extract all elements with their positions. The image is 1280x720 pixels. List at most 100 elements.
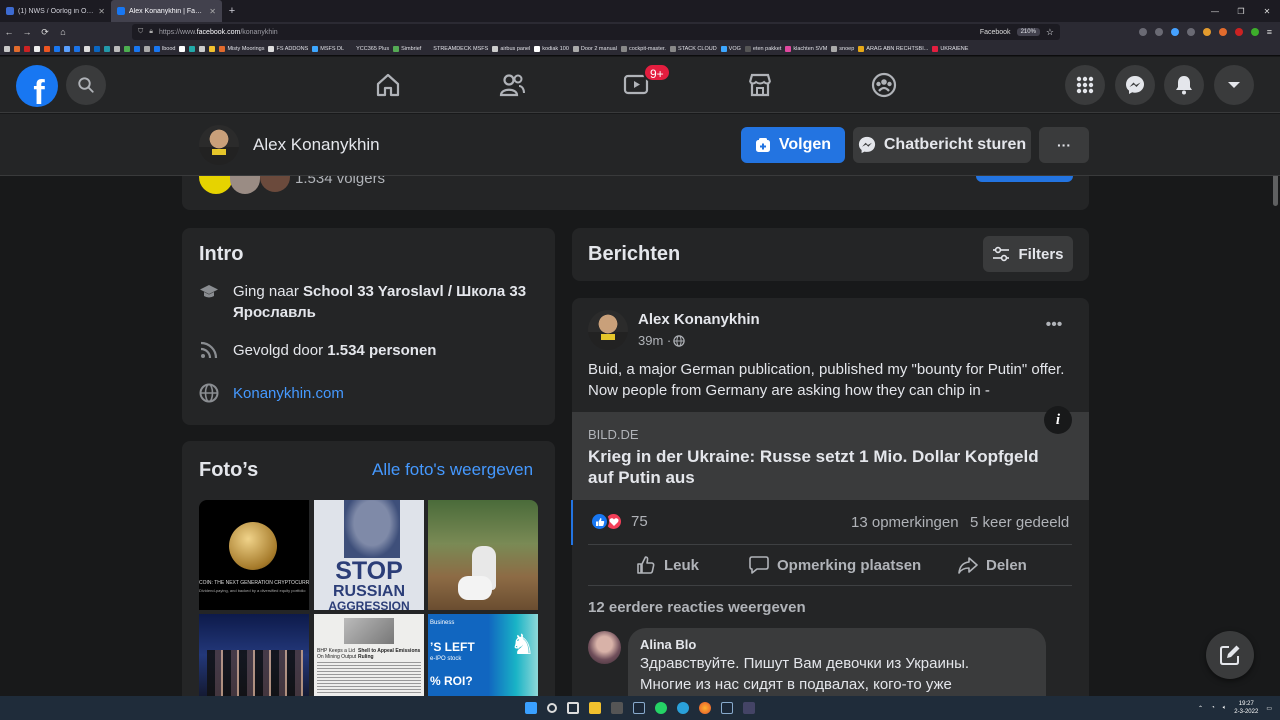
bookmark-icon[interactable] (84, 45, 90, 52)
network-icon[interactable]: ◔ (1211, 705, 1215, 711)
nav-marketplace[interactable] (704, 61, 816, 109)
bookmark-msfs-dl[interactable]: MSFS DL (312, 45, 344, 52)
bookmark-icon[interactable] (114, 45, 120, 52)
telegram-icon[interactable] (677, 702, 689, 714)
photo-dog-outdoors[interactable] (428, 500, 538, 610)
view-earlier-comments[interactable]: 12 eerdere reacties weergeven (588, 599, 806, 616)
close-tab-icon[interactable]: ✕ (209, 7, 216, 16)
extension-icon[interactable] (1218, 28, 1227, 36)
extension-icon[interactable] (1170, 28, 1179, 36)
bookmark-kodiak[interactable]: kodiak 100 (534, 45, 569, 52)
photo-stage-event[interactable] (199, 614, 309, 696)
comment-count[interactable]: 13 opmerkingen (851, 514, 959, 531)
bookmark-icon[interactable] (189, 45, 196, 52)
new-tab-button[interactable]: + (222, 5, 242, 17)
notifications-button[interactable] (1164, 65, 1204, 105)
bookmark-misty-moorings[interactable]: Misty Moorings (219, 45, 264, 52)
app-icon[interactable] (743, 702, 755, 714)
close-window-icon[interactable]: ✕ (1254, 0, 1280, 22)
bookmark-ukraiene[interactable]: UKRAIENE (932, 45, 968, 52)
bookmark-icon[interactable] (14, 45, 20, 52)
share-button[interactable]: Delen (958, 555, 1027, 575)
nav-groups[interactable] (828, 61, 940, 109)
bookmark-icon[interactable] (179, 45, 186, 52)
lock-icon[interactable]: 🔒︎ (149, 28, 153, 36)
bookmark-icon[interactable] (54, 45, 60, 52)
bookmark-airbus-panel[interactable]: airbus panel (492, 45, 530, 52)
bookmark-eten-pakket[interactable]: eten pakket (744, 45, 781, 52)
home-icon[interactable]: ⌂ (54, 27, 72, 37)
zoom-level[interactable]: 210% (1016, 28, 1040, 36)
notification-center-icon[interactable]: ▭ (1266, 705, 1272, 712)
bookmark-simbrief[interactable]: Simbrief (393, 45, 421, 52)
avatar[interactable] (199, 125, 239, 165)
app-icon[interactable] (611, 702, 623, 714)
file-explorer-icon[interactable] (589, 702, 601, 714)
browser-tab-nws[interactable]: (1) NWS / Oorlog in Oekraïne # ✕ (0, 0, 111, 22)
bookmark-icon[interactable] (144, 45, 150, 52)
task-view-icon[interactable] (567, 702, 579, 714)
bookmark-icon[interactable] (209, 45, 216, 52)
bookmark-stack-cloud[interactable]: STACK CLOUD (669, 45, 717, 52)
extension-icon[interactable] (1138, 28, 1147, 36)
nav-watch[interactable] (580, 61, 692, 109)
post-author[interactable]: Alex Konanykhin (638, 311, 760, 328)
minimize-icon[interactable]: — (1202, 0, 1228, 22)
bookmark-lbood[interactable]: lbood (154, 45, 175, 52)
browser-tab-facebook[interactable]: Alex Konanykhin | Facebook ✕ (111, 0, 222, 22)
photo-coin[interactable]: COIN: THE NEXT GENERATION CRYPTOCURRE Di… (199, 500, 309, 610)
follow-button-remnant[interactable] (976, 176, 1073, 182)
steam-icon[interactable] (721, 702, 733, 714)
all-photos-link[interactable]: Alle foto's weergeven (372, 460, 533, 480)
bookmark-icon[interactable] (44, 45, 50, 52)
bookmark-fs-addons[interactable]: FS ADDONS (268, 45, 308, 52)
address-bar[interactable]: ⛉ 🔒︎ https://www. facebook.com /konanykh… (132, 24, 1060, 40)
facebook-logo-icon[interactable]: f (16, 65, 58, 107)
reload-icon[interactable]: ⟳ (36, 27, 54, 38)
reaction-count[interactable]: 75 (631, 513, 648, 530)
tray-chevron-icon[interactable]: ⌃ (1198, 705, 1203, 712)
search-button[interactable] (66, 65, 106, 105)
bookmark-icon[interactable] (104, 45, 110, 52)
website-link[interactable]: Konanykhin.com (233, 383, 344, 404)
commenter-avatar[interactable] (588, 631, 621, 664)
photo-ipo-ad[interactable]: Business ’S LEFT e-IPO stock % ROI? ♞ (428, 614, 538, 696)
send-message-button[interactable]: Chatbericht sturen (853, 127, 1031, 163)
bookmark-icon[interactable] (199, 45, 206, 52)
back-arrow-icon[interactable]: ← (0, 27, 18, 37)
share-count[interactable]: 5 keer gedeeld (970, 514, 1069, 531)
profile-name[interactable]: Alex Konanykhin (253, 135, 380, 155)
info-icon[interactable]: i (1044, 406, 1072, 434)
comment-button[interactable]: Opmerking plaatsen (749, 555, 921, 575)
close-tab-icon[interactable]: ✕ (98, 7, 105, 16)
account-button[interactable] (1214, 65, 1254, 105)
bookmark-klachten[interactable]: klachten SVM (785, 45, 827, 52)
restore-icon[interactable]: ❐ (1228, 0, 1254, 22)
follow-button[interactable]: Volgen (741, 127, 845, 163)
bookmark-ycc365[interactable]: YCC365 Plus (348, 46, 389, 52)
link-title[interactable]: Krieg in der Ukraine: Russe setzt 1 Mio.… (588, 446, 1068, 488)
extension-icon[interactable] (1202, 28, 1211, 36)
steam-icon[interactable] (633, 702, 645, 714)
more-options-button[interactable]: ··· (1039, 127, 1089, 163)
bookmark-star-icon[interactable]: ☆ (1046, 27, 1054, 38)
like-button[interactable]: Leuk (636, 555, 699, 575)
bookmark-icon[interactable] (64, 45, 70, 52)
menu-button[interactable] (1065, 65, 1105, 105)
bookmark-cockpit-master[interactable]: cockpit-master. (620, 45, 666, 52)
filters-button[interactable]: Filters (983, 236, 1073, 272)
whatsapp-icon[interactable] (655, 702, 667, 714)
bookmark-door2[interactable]: Door 2 manual (572, 45, 617, 52)
photo-stop-aggression[interactable]: STOP RUSSIAN AGGRESSION (314, 500, 424, 610)
comment-author[interactable]: Alina Blo (640, 637, 696, 652)
reactions-summary[interactable]: 75 (590, 512, 648, 531)
nav-home[interactable] (332, 61, 444, 109)
search-icon[interactable] (547, 703, 557, 713)
new-message-button[interactable] (1206, 631, 1254, 679)
bookmark-icon[interactable] (124, 45, 130, 52)
extension-icon[interactable] (1186, 28, 1195, 36)
bookmark-folder-icon[interactable] (4, 45, 10, 52)
bookmark-streamdeck[interactable]: STREAMDECK MSFS (425, 46, 488, 52)
extension-icon[interactable] (1250, 28, 1259, 36)
photo-newspaper[interactable]: BHP Keeps a Lid On Mining Output Shell t… (314, 614, 424, 696)
